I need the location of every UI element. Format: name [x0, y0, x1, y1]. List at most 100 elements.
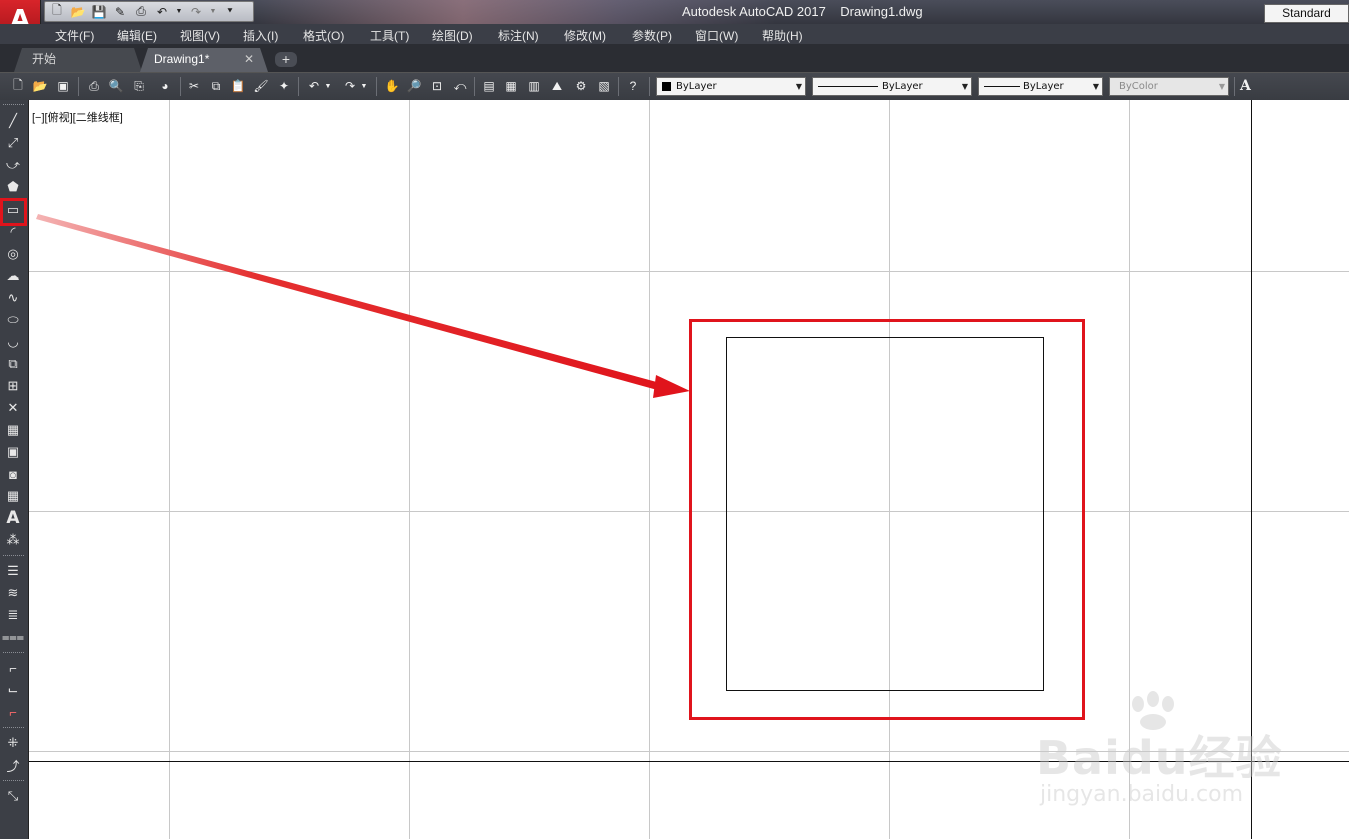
- toolbar-grip: [3, 555, 24, 558]
- save-icon[interactable]: 💾: [91, 4, 107, 20]
- undo-icon[interactable]: ↶: [154, 4, 170, 20]
- make-block-icon[interactable]: ⊞: [4, 377, 22, 395]
- menu-window[interactable]: 窗口(W): [695, 27, 738, 44]
- spline-icon[interactable]: ∿: [4, 289, 22, 307]
- lineweight-control[interactable]: ByLayer ▼: [978, 77, 1103, 96]
- hatch-icon[interactable]: ▦: [4, 421, 22, 439]
- menu-parametric[interactable]: 参数(P): [632, 27, 672, 44]
- plot-preview-icon[interactable]: 🔍: [108, 78, 124, 94]
- toolbar-separator: [78, 77, 79, 96]
- join-icon[interactable]: ⤴: [4, 756, 22, 774]
- layer-isolate-icon[interactable]: ⩶: [2, 628, 24, 646]
- redo-icon[interactable]: ↷: [188, 4, 204, 20]
- undo-icon[interactable]: ↶: [306, 78, 322, 94]
- plot-icon[interactable]: ⎙: [86, 78, 102, 94]
- menu-format[interactable]: 格式(O): [303, 27, 344, 44]
- chevron-down-icon: ▼: [961, 82, 968, 91]
- menu-tools[interactable]: 工具(T): [370, 27, 409, 44]
- block-editor-icon[interactable]: ✦: [276, 78, 292, 94]
- tool-palettes-icon[interactable]: ▥: [526, 78, 542, 94]
- redo-dropdown-icon[interactable]: ▼: [360, 78, 368, 94]
- cut-icon[interactable]: ✂: [186, 78, 202, 94]
- explode-icon[interactable]: ⁜: [4, 734, 22, 752]
- match-properties-icon[interactable]: 🖌: [253, 78, 269, 94]
- rectangle-icon[interactable]: ▭: [4, 201, 22, 219]
- undo-dropdown-icon[interactable]: ▼: [175, 4, 183, 20]
- pan-icon[interactable]: ✋: [384, 78, 400, 94]
- menu-view[interactable]: 视图(V): [180, 27, 220, 44]
- redo-dropdown-icon[interactable]: ▼: [209, 4, 217, 20]
- 3d-dwf-icon[interactable]: ◕: [157, 78, 173, 94]
- watermark: Baidu经验 jingyan.baidu.com: [1030, 690, 1330, 820]
- new-tab-button[interactable]: +: [275, 52, 297, 67]
- open-folder-icon[interactable]: 📂: [70, 4, 86, 20]
- revision-cloud-icon[interactable]: ☁: [4, 267, 22, 285]
- layer-state-icon[interactable]: ≣: [4, 606, 22, 624]
- save-as-icon[interactable]: ✎: [112, 4, 128, 20]
- layer-previous-icon[interactable]: ≋: [4, 584, 22, 602]
- line-icon[interactable]: ╱: [4, 112, 22, 130]
- polyline-icon[interactable]: ⤻: [4, 156, 22, 174]
- customize-toolbar-icon[interactable]: ⯆: [222, 4, 238, 20]
- blend-curves-icon[interactable]: ⌐: [4, 703, 22, 721]
- new-file-icon[interactable]: 🗋: [49, 3, 65, 20]
- copy-icon[interactable]: ⧉: [208, 78, 224, 94]
- layer-properties-icon[interactable]: ☰: [4, 562, 22, 580]
- open-icon[interactable]: 📂: [32, 78, 48, 94]
- design-center-icon[interactable]: ▦: [503, 78, 519, 94]
- file-tab-bar: 开始 Drawing1* ✕: [0, 44, 1349, 73]
- plot-style-control[interactable]: ByColor ▼: [1109, 77, 1229, 96]
- quickcalc-icon[interactable]: ▧: [596, 78, 612, 94]
- add-selected-icon[interactable]: ⁂: [4, 531, 22, 549]
- table-icon[interactable]: ▦: [4, 487, 22, 505]
- zoom-window-icon[interactable]: ⊡: [429, 78, 445, 94]
- viewport-controls-label[interactable]: [−][俯视][二维线框]: [32, 109, 123, 125]
- paste-icon[interactable]: 📋: [230, 78, 246, 94]
- close-icon[interactable]: ✕: [244, 48, 254, 70]
- chevron-down-icon: ▼: [1092, 82, 1099, 91]
- menu-draw[interactable]: 绘图(D): [432, 27, 473, 44]
- chamfer-icon[interactable]: ⌙: [4, 681, 22, 699]
- publish-icon[interactable]: ⎘: [131, 78, 147, 94]
- properties-icon[interactable]: ▤: [481, 78, 497, 94]
- gradient-icon[interactable]: ▣: [4, 443, 22, 461]
- menu-edit[interactable]: 编辑(E): [117, 27, 157, 44]
- text-style-icon[interactable]: A: [1240, 78, 1251, 94]
- window-title: Autodesk AutoCAD 2017 Drawing1.dwg: [682, 4, 923, 19]
- construction-line-icon[interactable]: ⤢: [4, 134, 22, 152]
- text-style-control[interactable]: Standard: [1264, 4, 1349, 23]
- menu-dimension[interactable]: 标注(N): [498, 27, 539, 44]
- color-control[interactable]: ByLayer ▼: [656, 77, 806, 96]
- ellipse-icon[interactable]: ⬭: [4, 311, 22, 329]
- save-icon[interactable]: ▣: [55, 78, 71, 94]
- toolbar-separator: [1234, 77, 1235, 96]
- menu-file[interactable]: 文件(F): [55, 27, 94, 44]
- tab-drawing1[interactable]: Drawing1* ✕: [140, 48, 268, 72]
- menu-modify[interactable]: 修改(M): [564, 27, 606, 44]
- ellipse-arc-icon[interactable]: ◡: [4, 333, 22, 351]
- undo-dropdown-icon[interactable]: ▼: [324, 78, 332, 94]
- redo-icon[interactable]: ↷: [342, 78, 358, 94]
- toolbar-grip: [3, 780, 24, 783]
- fillet-icon[interactable]: ⌐: [4, 659, 22, 677]
- markup-set-icon[interactable]: ⚙: [573, 78, 589, 94]
- polygon-icon[interactable]: ⬟: [4, 178, 22, 196]
- menu-insert[interactable]: 插入(I): [243, 27, 278, 44]
- zoom-previous-icon[interactable]: ⤺: [452, 78, 468, 94]
- insert-block-icon[interactable]: ⧉: [4, 355, 22, 373]
- tab-start[interactable]: 开始: [14, 48, 142, 72]
- help-icon[interactable]: ?: [625, 78, 641, 94]
- stretch-icon[interactable]: ⤡: [4, 787, 22, 805]
- toolbar-separator: [376, 77, 377, 96]
- point-icon[interactable]: ✕: [4, 399, 22, 417]
- region-icon[interactable]: ◙: [4, 465, 22, 483]
- arc-icon[interactable]: ◜: [4, 223, 22, 241]
- multiline-text-icon[interactable]: A: [4, 508, 22, 528]
- circle-icon[interactable]: ◎: [4, 245, 22, 263]
- zoom-realtime-icon[interactable]: 🔎: [406, 78, 422, 94]
- menu-help[interactable]: 帮助(H): [762, 27, 803, 44]
- linetype-control[interactable]: ByLayer ▼: [812, 77, 972, 96]
- plot-icon[interactable]: ⎙: [133, 4, 149, 20]
- new-icon[interactable]: 🗋: [10, 78, 26, 94]
- sheet-set-icon[interactable]: ⛰: [549, 78, 565, 94]
